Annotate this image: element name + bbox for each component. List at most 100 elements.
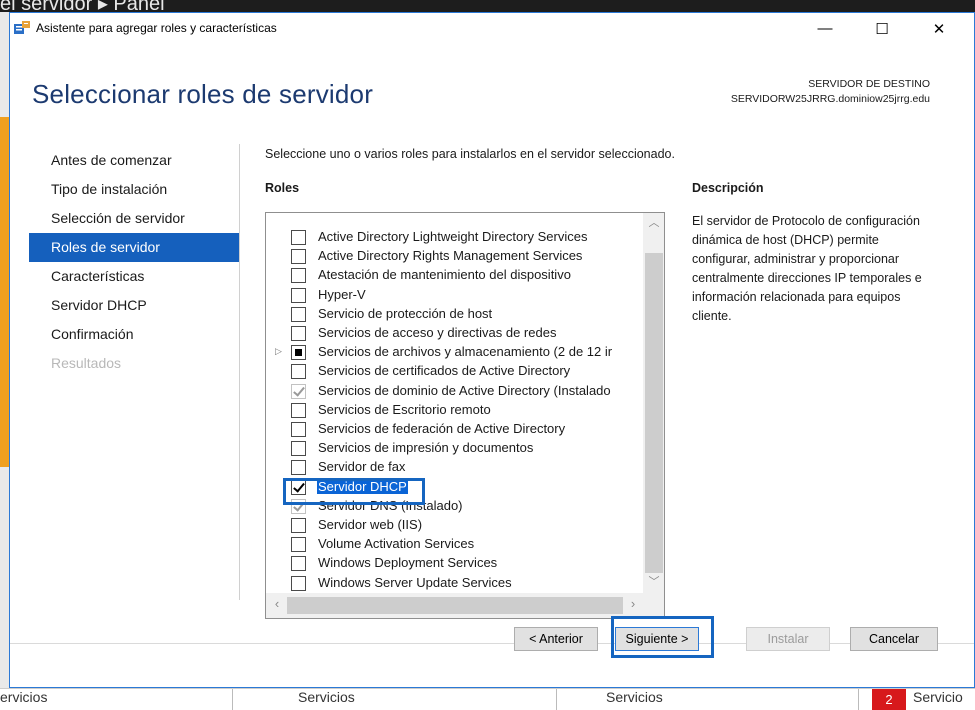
background-divider (858, 689, 859, 710)
nav-item-tipo-de-instalacion[interactable]: Tipo de instalación (29, 175, 239, 204)
description-text: El servidor de Protocolo de configuració… (692, 214, 922, 323)
role-item[interactable]: Servicios de Escritorio remoto (266, 401, 643, 420)
role-item[interactable]: Servicios de federación de Active Direct… (266, 420, 643, 439)
background-services-label: Servicios (298, 689, 355, 705)
role-label: Windows Deployment Services (318, 555, 498, 571)
role-item[interactable]: Hyper-V (266, 286, 643, 305)
role-item[interactable]: Servicios de dominio de Active Directory… (266, 382, 643, 401)
nav-item-roles-de-servidor[interactable]: Roles de servidor (29, 233, 239, 262)
role-label: Active Directory Rights Management Servi… (318, 248, 583, 264)
instruction-text: Seleccione uno o varios roles para insta… (265, 147, 675, 161)
role-item[interactable]: Active Directory Rights Management Servi… (266, 247, 643, 266)
close-button[interactable]: ✕ (916, 13, 962, 44)
next-highlight-annotation (611, 616, 714, 658)
background-services-row: ervicios Servicios Servicios 2 Servicio (0, 688, 975, 710)
role-checkbox[interactable] (291, 364, 306, 380)
wizard-steps-nav: Antes de comenzar Tipo de instalación Se… (29, 146, 239, 378)
role-item[interactable]: Servicios de acceso y directivas de rede… (266, 324, 643, 343)
scroll-left-arrow-icon[interactable]: ‹ (268, 596, 286, 614)
role-item[interactable]: Atestación de mantenimiento del disposit… (266, 266, 643, 285)
role-label: Servidor web (IIS) (318, 517, 423, 532)
background-services-label: Servicio (913, 689, 963, 705)
role-checkbox[interactable] (291, 287, 306, 303)
role-label: Servicios de dominio de Active Directory… (318, 382, 611, 398)
cancel-button[interactable]: Cancelar (850, 627, 938, 651)
roles-list-viewport: Active Directory Lightweight Directory S… (266, 213, 643, 593)
role-checkbox[interactable] (291, 422, 306, 437)
role-item[interactable]: ▷ Servicios de archivos y almacenamiento … (266, 343, 643, 362)
dialog-title: Asistente para agregar roles y caracterí… (36, 21, 277, 35)
role-checkbox[interactable] (291, 575, 306, 591)
role-checkbox[interactable] (291, 556, 306, 572)
role-label: Servicios de impresión y documentos (318, 440, 534, 456)
background-breadcrumb: el servidor ▸ Panel (0, 0, 165, 12)
role-item[interactable]: Servicios de certificados de Active Dire… (266, 362, 643, 381)
role-checkbox[interactable] (291, 249, 306, 265)
role-label: Active Directory Lightweight Directory S… (318, 229, 588, 244)
background-divider (556, 689, 557, 710)
background-divider (232, 689, 233, 710)
scroll-right-arrow-icon[interactable]: › (624, 596, 642, 614)
role-label: Servidor de fax (318, 459, 406, 475)
nav-item-caracteristicas[interactable]: Características (29, 262, 239, 291)
background-badge: 2 (872, 689, 906, 710)
role-checkbox (291, 383, 306, 399)
role-item[interactable]: Servicio de protección de host (266, 305, 643, 324)
role-label: Servicios de acceso y directivas de rede… (318, 325, 557, 340)
role-checkbox[interactable] (291, 537, 306, 553)
vertical-scrollbar[interactable]: ︿ ﹀ (643, 213, 664, 593)
server-manager-icon (14, 21, 30, 34)
role-item[interactable]: Active Directory Lightweight Directory S… (266, 228, 643, 247)
description-heading: Descripción (692, 181, 764, 195)
role-label: Servicios de Escritorio remoto (318, 401, 491, 417)
nav-item-confirmacion[interactable]: Confirmación (29, 320, 239, 349)
role-item[interactable]: Volume Activation Services (266, 535, 643, 554)
background-warning-tile (0, 117, 9, 467)
maximize-button[interactable]: ☐ (859, 13, 905, 44)
background-titlebar: el servidor ▸ Panel (0, 0, 975, 12)
background-services-label: Servicios (606, 689, 663, 705)
horizontal-scrollbar[interactable]: ‹ › (266, 593, 643, 618)
nav-divider (239, 144, 240, 600)
role-checkbox[interactable] (291, 460, 306, 476)
destination-server-name: SERVIDORW25JRRG.dominiow25jrrg.edu (730, 93, 930, 105)
minimize-button[interactable]: — (802, 13, 848, 44)
role-checkbox[interactable] (291, 345, 306, 361)
role-item[interactable]: Servicios de impresión y documentos (266, 439, 643, 458)
role-checkbox[interactable] (291, 268, 306, 284)
scroll-down-arrow-icon[interactable]: ﹀ (643, 573, 664, 593)
role-item[interactable]: Windows Server Update Services (266, 574, 643, 593)
previous-button[interactable]: < Anterior (514, 627, 598, 651)
dhcp-highlight-annotation (283, 478, 425, 505)
role-checkbox[interactable] (291, 441, 306, 457)
role-item[interactable]: Servidor de fax (266, 458, 643, 477)
destination-server-info: SERVIDOR DE DESTINO SERVIDORW25JRRG.domi… (731, 77, 930, 107)
nav-item-seleccion-de-servidor[interactable]: Selección de servidor (29, 204, 239, 233)
role-item[interactable]: Windows Deployment Services (266, 554, 643, 573)
role-label: Volume Activation Services (318, 536, 475, 552)
horizontal-scroll-thumb[interactable] (287, 597, 623, 614)
role-checkbox[interactable] (291, 402, 306, 418)
install-button: Instalar (746, 627, 830, 651)
dialog-titlebar[interactable]: Asistente para agregar roles y caracterí… (10, 13, 974, 44)
nav-item-resultados: Resultados (51, 355, 122, 371)
role-checkbox[interactable] (291, 306, 306, 322)
roles-list[interactable]: Active Directory Lightweight Directory S… (265, 212, 665, 619)
nav-item-servidor-dhcp[interactable]: Servidor DHCP (29, 291, 239, 320)
scroll-up-arrow-icon[interactable]: ︿ (643, 214, 664, 234)
role-checkbox[interactable] (291, 230, 306, 245)
roles-heading: Roles (265, 181, 300, 195)
expand-arrow-icon[interactable]: ▷ (275, 346, 282, 357)
destination-label: SERVIDOR DE DESTINO (808, 78, 930, 90)
role-item[interactable]: Servidor web (IIS) (266, 516, 643, 535)
role-label: Servicios de archivos y almacenamiento (… (318, 344, 613, 360)
vertical-scroll-thumb[interactable] (645, 253, 663, 573)
role-checkbox[interactable] (291, 326, 306, 341)
role-label: Servicio de protección de host (318, 305, 493, 321)
role-label: Windows Server Update Services (318, 574, 512, 590)
nav-item-antes-de-comenzar[interactable]: Antes de comenzar (29, 146, 239, 175)
role-label: Atestación de mantenimiento del disposit… (318, 267, 571, 283)
role-checkbox[interactable] (291, 518, 306, 533)
role-label: Servicios de federación de Active Direct… (318, 421, 566, 436)
background-left-panel (0, 12, 9, 710)
